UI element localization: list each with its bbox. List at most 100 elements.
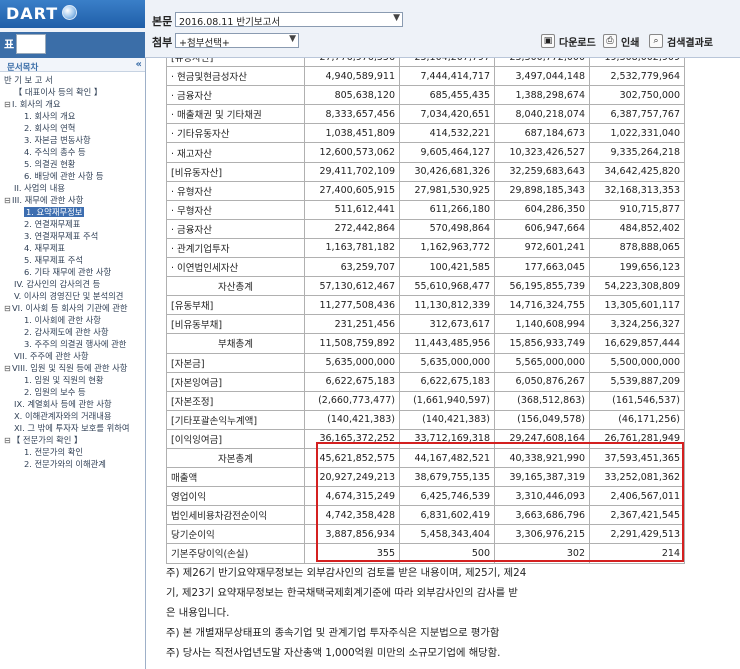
toc-item[interactable]: 6. 기타 재무에 관한 사항 bbox=[2, 266, 144, 278]
report-select[interactable]: 2016.08.11 반기보고서 ▼ bbox=[175, 12, 403, 27]
toc-item[interactable]: II. 사업의 내용 bbox=[2, 182, 144, 194]
toc-item-label: 6. 기타 재무에 관한 사항 bbox=[24, 267, 112, 277]
toc-item[interactable]: 1. 요약재무정보 bbox=[2, 206, 144, 218]
tree-toggle-icon[interactable]: ⊟ bbox=[4, 99, 12, 110]
table-cell: 45,621,852,575 bbox=[304, 447, 400, 469]
table-cell: 2,367,421,545 bbox=[589, 505, 685, 526]
table-cell: 27,776,976,556 bbox=[304, 58, 400, 68]
table-row: 부채총계 11,508,759,892 11,443,485,956 15,856,9… bbox=[166, 333, 685, 354]
toc-item[interactable]: VII. 주주에 관한 사항 bbox=[2, 350, 144, 362]
table-row: · 유형자산 27,400,605,915 27,981,530,925 29,898… bbox=[166, 180, 685, 201]
toc-item-label: 5. 의결권 현황 bbox=[24, 159, 76, 169]
table-cell: 4,742,358,428 bbox=[304, 505, 400, 526]
table-cell: 7,034,420,651 bbox=[399, 104, 495, 125]
table-cell: 56,195,855,739 bbox=[494, 276, 590, 297]
row-label: [자본금] bbox=[166, 352, 305, 373]
table-row: [비유동자산] 29,411,702,109 30,426,681,326 32,25… bbox=[166, 161, 685, 182]
toc-item[interactable]: 4. 재무제표 bbox=[2, 242, 144, 254]
chevron-down-icon: ▼ bbox=[393, 13, 400, 23]
table-cell: 29,411,702,109 bbox=[304, 161, 400, 182]
tree-toggle-icon[interactable]: ⊟ bbox=[4, 435, 12, 446]
toc-item-label: 4. 주식의 총수 등 bbox=[24, 147, 86, 157]
toc-item[interactable]: 2. 연결재무제표 bbox=[2, 218, 144, 230]
table-cell: 805,638,120 bbox=[304, 85, 400, 106]
toc-item[interactable]: 5. 재무제표 주석 bbox=[2, 254, 144, 266]
table-cell: 302 bbox=[494, 543, 590, 564]
toc-item-label: VIII. 임원 및 직원 등에 관한 사항 bbox=[12, 363, 128, 373]
toc-item[interactable]: 3. 연결재무제표 주석 bbox=[2, 230, 144, 242]
table-row: · 관계기업투자 1,163,781,182 1,162,963,772 972,60… bbox=[166, 237, 685, 259]
toc-item[interactable]: 4. 주식의 총수 등 bbox=[2, 146, 144, 158]
table-cell: 3,306,976,215 bbox=[494, 524, 590, 545]
toc-item[interactable]: 2. 회사의 연혁 bbox=[2, 122, 144, 134]
table-cell: 30,426,681,326 bbox=[399, 161, 495, 182]
toc-item[interactable]: 6. 배당에 관한 사항 등 bbox=[2, 170, 144, 182]
search-result-button[interactable]: ⌕ 검색결과로 bbox=[649, 34, 713, 50]
attach-select[interactable]: +첨부선택+ ▼ bbox=[175, 33, 299, 48]
toc-item[interactable]: 3. 자본금 변동사항 bbox=[2, 134, 144, 146]
table-cell: 1,163,781,182 bbox=[304, 237, 400, 259]
toc-item[interactable]: IX. 계열회사 등에 관한 사항 bbox=[2, 398, 144, 410]
user-field[interactable] bbox=[16, 34, 46, 54]
table-cell: 312,673,617 bbox=[399, 314, 495, 335]
toc-item[interactable]: 1. 임원 및 직원의 현황 bbox=[2, 374, 144, 386]
toc-item[interactable]: 1. 전문가의 확인 bbox=[2, 446, 144, 458]
table-cell: 8,333,657,456 bbox=[304, 104, 400, 125]
table-cell: 500 bbox=[399, 543, 495, 564]
toc-item[interactable]: 2. 감사제도에 관한 사항 bbox=[2, 326, 144, 338]
toc-list: 반 기 보 고 서 【 대표이사 등의 확인 】 ⊟I. 회사의 개요 1. 회사의 … bbox=[2, 74, 144, 470]
toc-item[interactable]: 2. 임원의 보수 등 bbox=[2, 386, 144, 398]
toc-item[interactable]: ⊟VI. 이사회 등 회사의 기관에 관한 bbox=[2, 302, 144, 314]
toc-item[interactable]: V. 이사의 경영진단 및 분석의견 bbox=[2, 290, 144, 302]
toc-header: 문서목차 « bbox=[0, 58, 145, 73]
footnote-line: 기, 제23기 요약재무정보는 한국채택국제회계기준에 따라 외부감사인의 감사… bbox=[166, 587, 518, 599]
toc-item[interactable]: 3. 주주의 의결권 행사에 관한 bbox=[2, 338, 144, 350]
toc-item-label: 반 기 보 고 서 bbox=[4, 75, 53, 85]
table-cell: 29,247,608,164 bbox=[494, 428, 590, 449]
table-cell: 231,251,456 bbox=[304, 314, 400, 335]
row-label: 매출액 bbox=[166, 467, 305, 488]
toc-item-label: 2. 연결재무제표 bbox=[24, 219, 81, 229]
toc-item[interactable]: ⊟III. 재무에 관한 사항 bbox=[2, 194, 144, 206]
toc-item[interactable]: 1. 회사의 개요 bbox=[2, 110, 144, 122]
toc-item[interactable]: 1. 이사회에 관한 사항 bbox=[2, 314, 144, 326]
toc-item[interactable]: 2. 전문가와의 이해관계 bbox=[2, 458, 144, 470]
toc-item[interactable]: IV. 감사인의 감사의견 등 bbox=[2, 278, 144, 290]
printer-icon: ⎙ bbox=[603, 34, 617, 48]
toc-item-label: IX. 계열회사 등에 관한 사항 bbox=[14, 399, 112, 409]
table-cell: 20,927,249,213 bbox=[304, 467, 400, 488]
toc-item-label: 【 전문가의 확인 】 bbox=[12, 435, 83, 445]
tree-toggle-icon[interactable]: ⊟ bbox=[4, 363, 12, 374]
toc-item[interactable]: ⊟I. 회사의 개요 bbox=[2, 98, 144, 110]
toc-item[interactable]: ⊟【 전문가의 확인 】 bbox=[2, 434, 144, 446]
table-cell: 4,940,589,911 bbox=[304, 66, 400, 87]
table-cell: 39,165,387,319 bbox=[494, 467, 590, 488]
collapse-icon[interactable]: « bbox=[136, 59, 142, 70]
toc-item-label: X. 이해관계자와의 거래내용 bbox=[14, 411, 112, 421]
table-cell: 5,635,000,000 bbox=[399, 352, 495, 373]
table-row: · 매출채권 및 기타채권 8,333,657,456 7,034,420,651 8… bbox=[166, 104, 685, 125]
table-cell: 27,400,605,915 bbox=[304, 180, 400, 201]
table-cell: 199,656,123 bbox=[589, 257, 685, 278]
toc-item[interactable]: XI. 그 밖에 투자자 보호를 위하여 bbox=[2, 422, 144, 434]
download-button[interactable]: ▣ 다운로드 bbox=[541, 34, 596, 50]
download-icon: ▣ bbox=[541, 34, 555, 48]
tree-toggle-icon[interactable]: ⊟ bbox=[4, 195, 12, 206]
dart-logo[interactable]: DART bbox=[0, 0, 145, 28]
toc-item-label: I. 회사의 개요 bbox=[12, 99, 61, 109]
tree-toggle-icon[interactable]: ⊟ bbox=[4, 303, 12, 314]
toc-item[interactable]: 5. 의결권 현황 bbox=[2, 158, 144, 170]
table-cell: 3,310,446,093 bbox=[494, 486, 590, 507]
dart-viewer: DART 표 본문 2016.08.11 반기보고서 ▼ 첨부 +첨부선택+ ▼… bbox=[0, 0, 740, 669]
print-button[interactable]: ⎙ 인쇄 bbox=[603, 34, 639, 50]
toc-item[interactable]: 반 기 보 고 서 bbox=[2, 74, 144, 86]
toc-item[interactable]: ⊟VIII. 임원 및 직원 등에 관한 사항 bbox=[2, 362, 144, 374]
toc-item-label: 3. 연결재무제표 주석 bbox=[24, 231, 99, 241]
row-label: · 금융자산 bbox=[166, 218, 305, 239]
toc-item[interactable]: X. 이해관계자와의 거래내용 bbox=[2, 410, 144, 422]
table-cell: 511,612,441 bbox=[304, 199, 400, 220]
toc-item[interactable]: 【 대표이사 등의 확인 】 bbox=[2, 86, 144, 98]
table-cell: 11,130,812,339 bbox=[399, 295, 495, 316]
table-row: [유동자산]27,776,976,55625,104,207,79725,300… bbox=[166, 58, 685, 68]
table-cell: 3,887,856,934 bbox=[304, 524, 400, 545]
